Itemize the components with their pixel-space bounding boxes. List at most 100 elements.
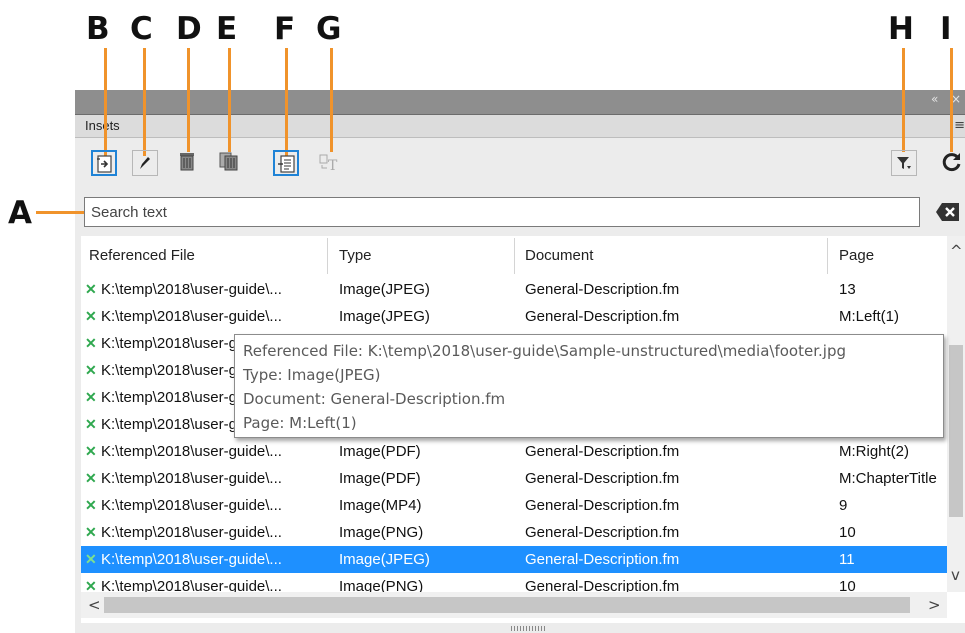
scroll-down-arrow[interactable]: v [951,566,960,584]
column-divider[interactable] [514,238,515,274]
tab-insets-label[interactable]: Insets [85,118,120,133]
missing-file-icon: ✕ [85,416,97,432]
callout-line-g [330,48,333,152]
cell-document: General-Description.fm [525,308,680,325]
column-header-type[interactable]: Type [331,236,514,274]
refresh-button[interactable] [938,148,964,174]
callout-i: I [940,11,952,47]
tooltip-type: Type: Image(JPEG) [243,366,381,384]
missing-file-icon: ✕ [85,497,97,513]
search-input[interactable] [84,197,920,227]
insert-inset-button[interactable] [91,150,117,176]
missing-file-icon: ✕ [85,362,97,378]
missing-file-icon: ✕ [85,389,97,405]
callout-d: D [176,11,202,47]
cell-referenced-file: K:\temp\2018\user-guide\... [101,497,282,514]
tooltip-referenced-file: Referenced File: K:\temp\2018\user-guide… [243,342,846,360]
scroll-right-arrow[interactable]: > [928,596,941,614]
cell-page: M:ChapterTitle [839,470,937,487]
cell-type: Image(PNG) [339,524,424,541]
trash-multiple-icon [219,152,238,171]
cell-page: 10 [839,524,856,541]
table-row[interactable]: ✕ K:\temp\2018\user-guide\... Image(JPEG) G… [81,546,947,573]
cell-page: M:Left(1) [839,308,900,325]
cell-page: 13 [839,281,856,298]
cell-referenced-file: K:\temp\2018\user-guide\... [101,308,282,325]
cell-referenced-file: K:\temp\2018\user-guide\... [101,470,282,487]
missing-file-icon: ✕ [85,335,97,351]
cell-type: Image(MP4) [339,497,422,514]
callout-e: E [216,11,238,47]
cell-document: General-Description.fm [525,281,680,298]
panel-titlebar: « × [75,90,965,115]
cell-type: Image(PDF) [339,470,421,487]
cell-page: M:Right(2) [839,443,910,460]
callout-line-b [104,48,107,161]
table-row[interactable]: ✕ K:\temp\2018\user-guide\... Image(JPEG) G… [81,276,947,303]
missing-file-icon: ✕ [85,551,97,567]
delete-all-button[interactable] [216,148,242,174]
table-row[interactable]: ✕ K:\temp\2018\user-guide\... Image(PNG) Ge… [81,519,947,546]
convert-to-text-button[interactable]: T [316,150,342,176]
cell-type: Image(JPEG) [339,281,430,298]
clear-search-button[interactable] [935,201,961,223]
table-header: Referenced File Type Document Page [81,236,965,274]
cell-type: Image(JPEG) [339,308,430,325]
table-row[interactable]: ✕ K:\temp\2018\user-guide\... Image(JPEG) G… [81,303,947,330]
edit-inset-button[interactable] [132,150,158,176]
panel-menu-icon[interactable]: ≡ [954,118,965,133]
pencil-icon [140,157,150,169]
cell-page: 9 [839,497,848,514]
horizontal-scroll-thumb[interactable] [104,597,910,613]
resize-grip[interactable] [511,626,545,631]
cell-document: General-Description.fm [525,524,680,541]
cell-referenced-file: K:\temp\2018\user-guide\... [101,551,282,568]
cell-referenced-file: K:\temp\2018\user-guide\... [101,281,282,298]
tooltip-page: Page: M:Left(1) [243,414,357,432]
column-header-document[interactable]: Document [517,236,827,274]
callout-line-e [228,48,231,152]
svg-text:T: T [328,158,338,173]
missing-file-icon: ✕ [85,308,97,324]
cell-type: Image(PDF) [339,443,421,460]
table-row[interactable]: ✕ K:\temp\2018\user-guide\... Image(PDF) Ge… [81,465,947,492]
column-header-referenced-file[interactable]: Referenced File [81,236,327,274]
go-to-inset-button[interactable] [273,150,299,176]
missing-file-icon: ✕ [85,281,97,297]
callout-b: B [86,11,110,47]
missing-file-icon: ✕ [85,443,97,459]
callout-g: G [316,11,342,47]
callout-h: H [888,11,914,47]
insert-icon [97,155,112,173]
scroll-left-arrow[interactable]: < [88,596,101,614]
collapse-icon[interactable]: « [931,92,938,106]
callout-line-a [36,211,84,214]
trash-icon [180,153,194,171]
delete-inset-button[interactable] [174,148,200,174]
refresh-icon [942,153,961,172]
table-row[interactable]: ✕ K:\temp\2018\user-guide\... Image(MP4) Ge… [81,492,947,519]
table-row[interactable]: ✕ K:\temp\2018\user-guide\... Image(PDF) Ge… [81,438,947,465]
cell-type: Image(JPEG) [339,551,430,568]
filter-icon [897,157,911,169]
callout-c: C [130,11,153,47]
panel-tab[interactable]: Insets ≡ [75,115,965,138]
vertical-scroll-thumb[interactable] [949,345,963,517]
callout-a: A [8,195,32,231]
cell-document: General-Description.fm [525,551,680,568]
cell-referenced-file: K:\temp\2018\user-guide\... [101,443,282,460]
column-divider[interactable] [327,238,328,274]
column-header-page[interactable]: Page [831,236,947,274]
tooltip-document: Document: General-Description.fm [243,390,506,408]
missing-file-icon: ✕ [85,524,97,540]
callout-line-f [285,48,288,156]
missing-file-icon: ✕ [85,470,97,486]
cell-document: General-Description.fm [525,443,680,460]
filter-button[interactable] [891,150,917,176]
column-divider[interactable] [827,238,828,274]
cell-document: General-Description.fm [525,470,680,487]
callout-line-d [187,48,190,152]
callout-f: F [274,11,296,47]
callout-line-h [902,48,905,152]
scroll-up-arrow[interactable]: ^ [950,242,963,260]
